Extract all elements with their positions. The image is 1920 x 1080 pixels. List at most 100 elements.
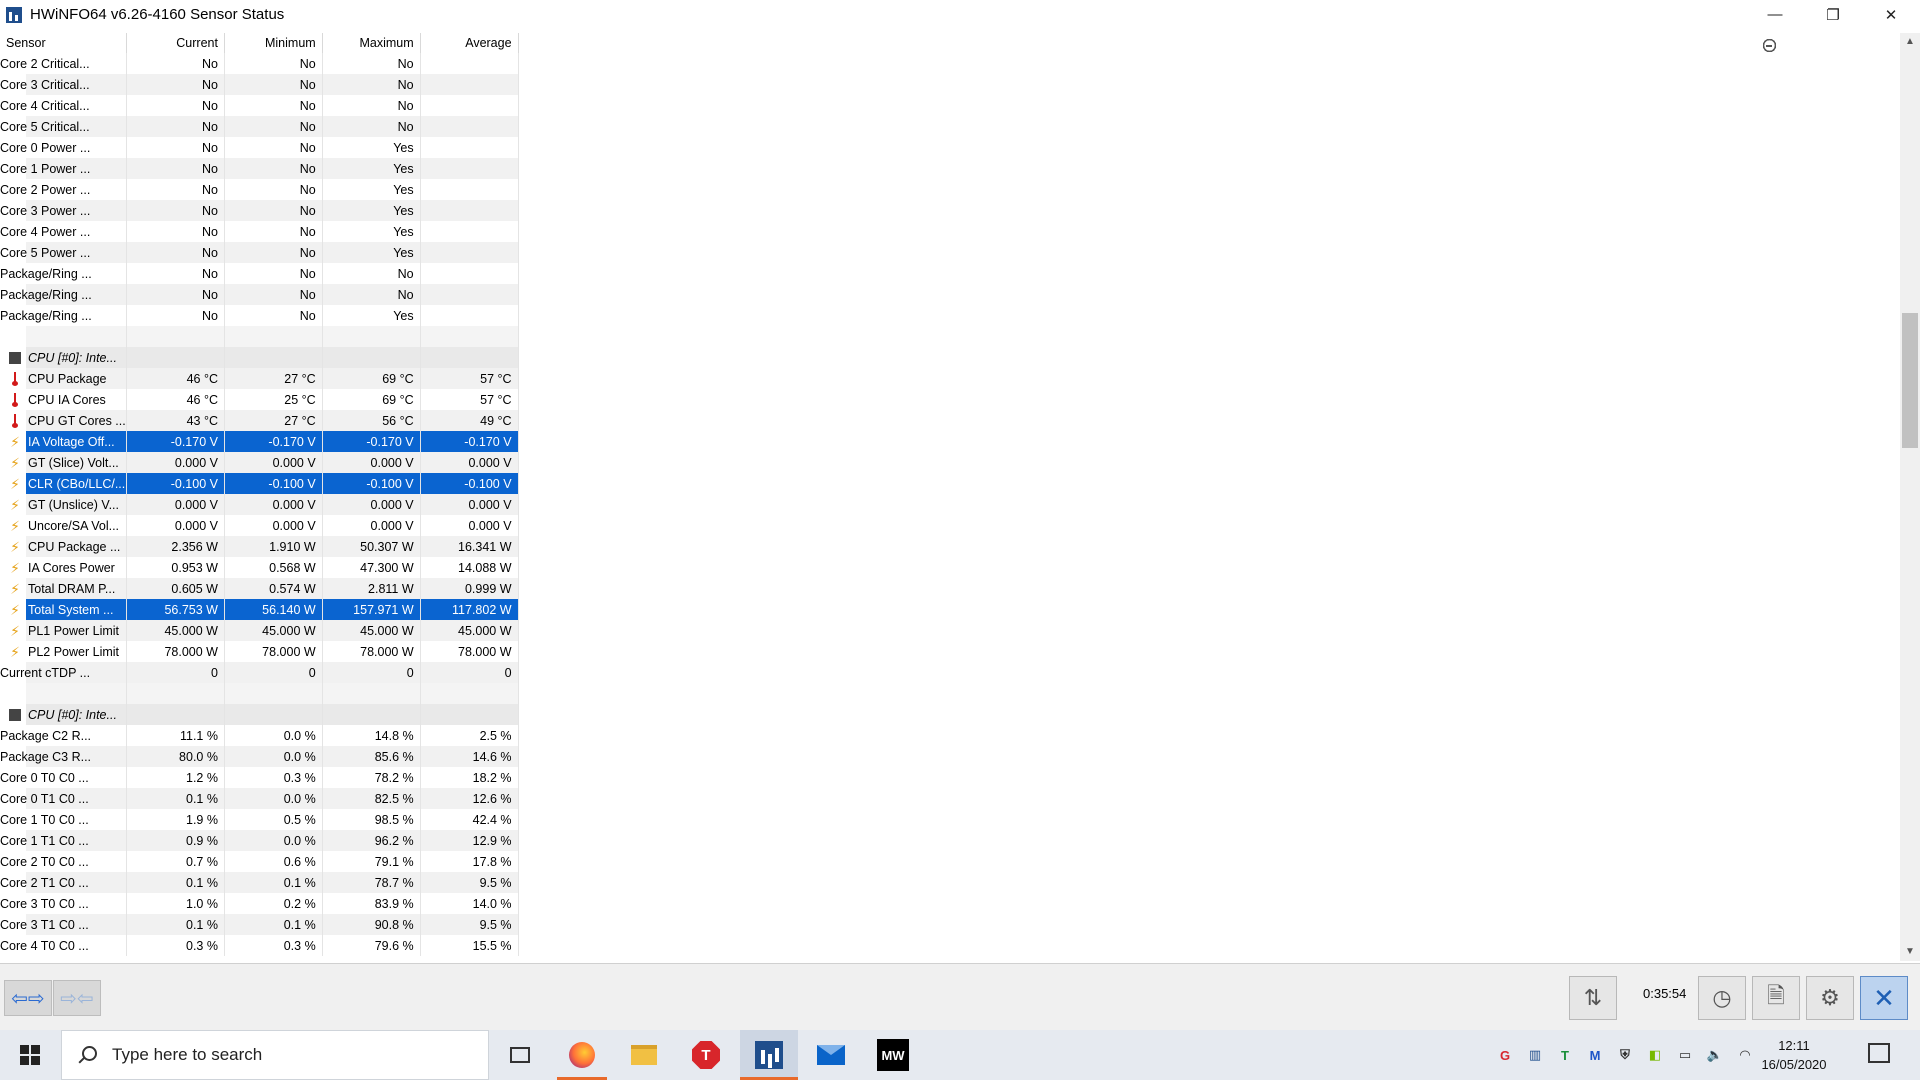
close-button[interactable]: ✕ — [1862, 0, 1920, 29]
sensor-name-cell[interactable]: ⚡ Total System ... — [0, 599, 128, 620]
table-row[interactable]: Core 2 Power ... No No Yes — [0, 39, 1898, 200]
table-row[interactable]: Core 4 Power ... No No Yes — [0, 39, 1898, 242]
sensor-name-cell[interactable]: Core 2 Power ... — [0, 39, 1776, 200]
table-row[interactable]: Core 4 T0 C0 ... 0.3 % 0.3 % 79.6 % 15.5 % — [0, 39, 1898, 956]
sensor-name-cell[interactable]: ⚡ PL1 Power Limit — [0, 620, 128, 641]
column-header-maximum[interactable]: Maximum — [322, 33, 421, 53]
table-row[interactable]: Package/Ring ... No No No — [0, 39, 1898, 305]
sensor-name-cell[interactable]: Core 5 Power ... — [0, 39, 1776, 263]
table-row[interactable]: ⚡ CPU Package ... 2.356 W 1.910 W 50.307 W 16… — [0, 536, 1898, 557]
sensor-name-cell[interactable]: Core 3 T1 C0 ... — [0, 39, 1776, 935]
table-row[interactable]: ⚡ PL2 Power Limit 78.000 W 78.000 W 78.000 W… — [0, 641, 1898, 662]
table-row[interactable]: Core 2 Critical... No No No — [0, 39, 1898, 74]
sensor-name-cell[interactable]: Core 3 Critical... — [0, 39, 1776, 95]
sensor-name-cell[interactable]: Core 1 Power ... — [0, 39, 1776, 179]
search-input[interactable] — [110, 1044, 474, 1066]
sensor-name-cell[interactable]: CPU [#0]: Inte... — [0, 347, 128, 368]
sensor-name-cell[interactable]: Core 4 T0 C0 ... — [0, 39, 1776, 956]
sensor-name-cell[interactable]: ⚡ GT (Unslice) V... — [0, 494, 128, 515]
table-row[interactable]: Package/Ring ... No No Yes — [0, 39, 1898, 326]
taskbar-mw-app[interactable]: MW — [864, 1030, 922, 1080]
sensor-name-cell[interactable]: Core 0 T0 C0 ... — [0, 39, 1776, 788]
sensor-name-cell[interactable]: Core 5 Critical... — [0, 39, 1776, 137]
maximize-button[interactable]: ❐ — [1804, 0, 1862, 29]
column-header-current[interactable]: Current — [126, 33, 225, 53]
collapse-columns-button[interactable]: ⇨⇦ — [53, 980, 101, 1016]
taskbar-file-explorer[interactable] — [615, 1030, 673, 1080]
settings-gear-icon[interactable]: ⚙ — [1806, 976, 1854, 1020]
sensor-name-cell[interactable]: CPU GT Cores ... — [0, 410, 128, 431]
tray-wifi-icon[interactable]: ◠ — [1734, 1044, 1756, 1066]
sensor-name-cell[interactable]: Current cTDP ... — [0, 39, 1776, 683]
table-row[interactable]: ⚡ GT (Slice) Volt... 0.000 V 0.000 V 0.000 V… — [0, 452, 1898, 473]
table-row[interactable]: Core 0 Power ... No No Yes — [0, 39, 1898, 158]
table-row[interactable]: Current cTDP ... 0 0 0 0 — [0, 39, 1898, 683]
sensor-name-cell[interactable]: Package/Ring ... — [0, 39, 1776, 326]
table-row[interactable]: ⚡ Uncore/SA Vol... 0.000 V 0.000 V 0.000 V 0.… — [0, 515, 1898, 536]
table-row[interactable]: Core 0 T0 C0 ... 1.2 % 0.3 % 78.2 % 18.2 % — [0, 39, 1898, 788]
sensor-name-cell[interactable]: Core 4 Critical... — [0, 39, 1776, 116]
sensor-name-cell[interactable]: Core 2 T1 C0 ... — [0, 39, 1776, 893]
taskbar-hwinfo[interactable] — [740, 1030, 798, 1080]
sensor-name-cell[interactable]: ⚡ IA Cores Power — [0, 557, 128, 578]
tray-red-app-icon[interactable]: G — [1494, 1044, 1516, 1066]
sensor-name-cell[interactable]: Core 0 Power ... — [0, 39, 1776, 158]
table-row[interactable]: Core 3 Power ... No No Yes — [0, 39, 1898, 221]
tray-malwarebytes-icon[interactable]: M — [1584, 1044, 1606, 1066]
table-row[interactable]: Package C2 R... 11.1 % 0.0 % 14.8 % 2.5 % — [0, 39, 1898, 746]
taskbar-firefox[interactable] — [553, 1030, 611, 1080]
close-sensors-button[interactable]: ✕ — [1860, 976, 1908, 1020]
sensor-name-cell[interactable]: ⚡ Uncore/SA Vol... — [0, 515, 128, 536]
sensor-name-cell[interactable]: Core 1 T1 C0 ... — [0, 39, 1776, 851]
tray-battery-icon[interactable]: ▭ — [1674, 1044, 1696, 1066]
table-row[interactable]: ⚡ PL1 Power Limit 45.000 W 45.000 W 45.000 W… — [0, 620, 1898, 641]
sensor-name-cell[interactable]: ⚡ CPU Package ... — [0, 536, 128, 557]
table-row[interactable]: Core 2 T0 C0 ... 0.7 % 0.6 % 79.1 % 17.8 % — [0, 39, 1898, 872]
table-row[interactable]: Core 1 T1 C0 ... 0.9 % 0.0 % 96.2 % 12.9 % — [0, 39, 1898, 851]
table-row[interactable]: ⚡ Total DRAM P... 0.605 W 0.574 W 2.811 W 0.9… — [0, 578, 1898, 599]
sensor-name-cell[interactable]: Package/Ring ... — [0, 39, 1776, 305]
table-row[interactable]: ⚡ Total System ... 56.753 W 56.140 W 157.971… — [0, 599, 1898, 620]
taskbar-mail[interactable] — [802, 1030, 860, 1080]
network-icon[interactable]: ⇅ — [1569, 976, 1617, 1020]
table-row[interactable]: Core 1 Power ... No No Yes — [0, 39, 1898, 179]
table-row[interactable]: ⚡ IA Voltage Off... -0.170 V -0.170 V -0.170… — [0, 431, 1898, 452]
column-header-sensor[interactable]: Sensor — [0, 33, 128, 53]
group-header-row[interactable]: CPU [#0]: Inte... — [0, 704, 1898, 725]
sensor-name-cell[interactable]: Core 1 T0 C0 ... — [0, 39, 1776, 830]
start-button[interactable] — [0, 1030, 60, 1080]
table-row[interactable]: ⚡ CLR (CBo/LLC/... -0.100 V -0.100 V -0.100 … — [0, 473, 1898, 494]
expand-columns-button[interactable]: ⇦⇨ — [4, 980, 52, 1016]
report-log-icon[interactable]: 🗎 — [1752, 976, 1800, 1020]
sensor-name-cell[interactable]: Package C3 R... — [0, 39, 1776, 767]
sensor-name-cell[interactable]: ⚡ CLR (CBo/LLC/... — [0, 473, 128, 494]
scrollbar-thumb[interactable] — [1902, 313, 1918, 448]
sensor-name-cell[interactable]: Core 3 Power ... — [0, 39, 1776, 221]
sensor-name-cell[interactable]: CPU IA Cores — [0, 389, 128, 410]
table-row[interactable]: Core 5 Critical... No No No — [0, 39, 1898, 137]
vertical-scrollbar[interactable]: ▲ ▼ — [1900, 33, 1920, 961]
tray-volume-icon[interactable]: 🔈 — [1704, 1044, 1726, 1066]
tray-hwinfo-icon[interactable]: ▥ — [1524, 1044, 1546, 1066]
sensor-name-cell[interactable]: ⚡ Total DRAM P... — [0, 578, 128, 599]
group-header-row[interactable]: CPU [#0]: Inte... — [0, 347, 1898, 368]
scroll-up-arrow[interactable]: ▲ — [1900, 33, 1920, 51]
table-row[interactable]: ⚡ GT (Unslice) V... 0.000 V 0.000 V 0.000 V0… — [0, 494, 1898, 515]
table-row[interactable]: Package/Ring ... No No No — [0, 39, 1898, 284]
clock-reset-icon[interactable]: ◷ — [1698, 976, 1746, 1020]
sensor-name-cell[interactable]: ⚡ GT (Slice) Volt... — [0, 452, 128, 473]
sensor-name-cell[interactable]: Package C2 R... — [0, 39, 1776, 746]
sensor-name-cell[interactable]: ⚡ IA Voltage Off... — [0, 431, 128, 452]
table-row[interactable]: Core 3 T1 C0 ... 0.1 % 0.1 % 90.8 % 9.5 % — [0, 39, 1898, 935]
table-row[interactable]: CPU GT Cores ... 43 °C 27 °C 56 °C 49 °C — [0, 410, 1898, 431]
sensor-name-cell[interactable]: Package/Ring ... — [0, 39, 1776, 284]
table-row[interactable]: Core 3 Critical... No No No — [0, 39, 1898, 95]
taskbar-red-app[interactable]: T — [677, 1030, 735, 1080]
table-row[interactable]: CPU IA Cores 46 °C 25 °C 69 °C 57 °C — [0, 389, 1898, 410]
taskbar-clock[interactable]: 12:11 16/05/2020 — [1754, 1036, 1834, 1074]
table-row[interactable]: Core 1 T0 C0 ... 1.9 % 0.5 % 98.5 % 42.4 % — [0, 39, 1898, 830]
tray-nvidia-icon[interactable]: ◧ — [1644, 1044, 1666, 1066]
minimize-button[interactable]: — — [1746, 0, 1804, 29]
sensor-name-cell[interactable]: CPU [#0]: Inte... — [0, 704, 128, 725]
tray-green-t-icon[interactable]: T — [1554, 1044, 1576, 1066]
